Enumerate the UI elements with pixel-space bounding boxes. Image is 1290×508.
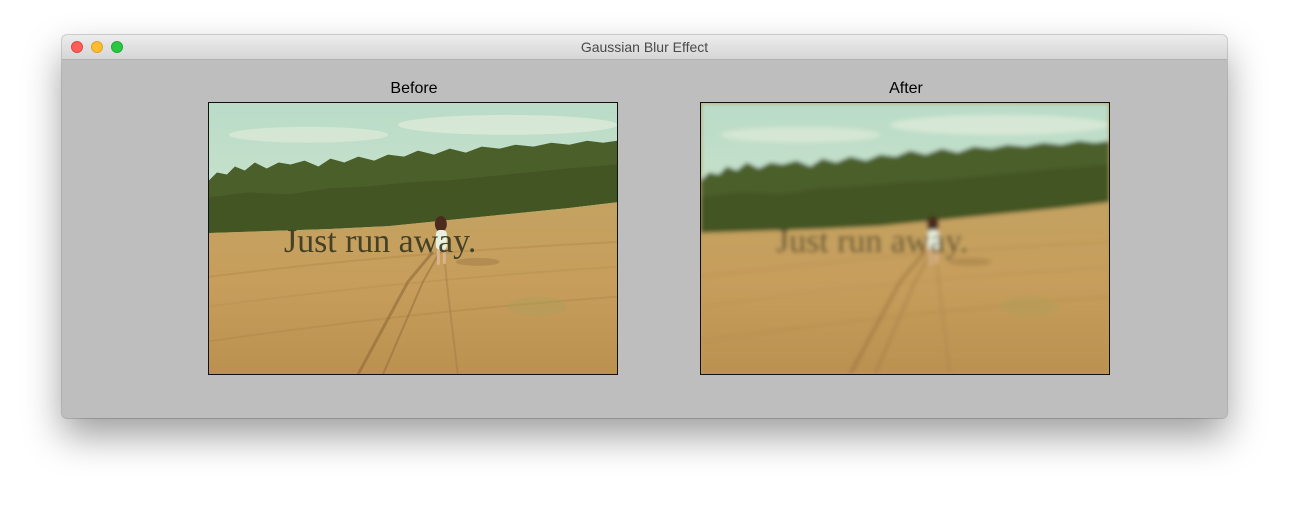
after-caption: Just run away. (776, 223, 968, 260)
after-image: Just run away. (700, 102, 1110, 375)
title-bar[interactable]: Gaussian Blur Effect (62, 35, 1227, 60)
before-label: Before (390, 80, 438, 97)
after-photo: Just run away. (701, 103, 1109, 374)
after-label: After (889, 80, 923, 97)
before-caption: Just run away. (284, 223, 476, 260)
before-image: Just run away. (208, 102, 618, 375)
app-window: Gaussian Blur Effect Before Just run awa… (62, 35, 1227, 418)
before-photo: Just run away. (209, 103, 617, 374)
window-content: Before Just run away. After Just run awa… (62, 60, 1227, 418)
window-title: Gaussian Blur Effect (580, 39, 709, 55)
